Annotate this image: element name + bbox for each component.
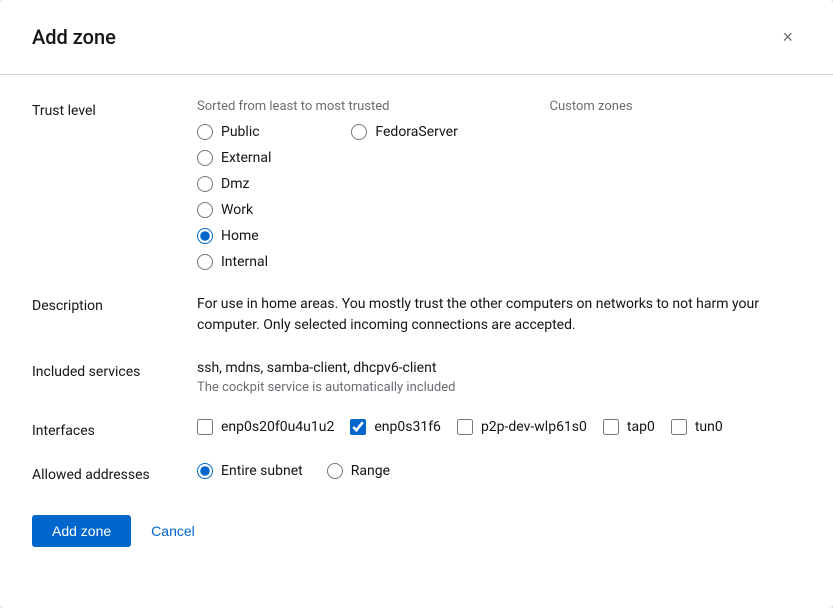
interface-enp0s31f6-checkbox[interactable] xyxy=(350,419,366,435)
sorted-header: Sorted from least to most trusted xyxy=(197,99,390,114)
trust-dmz-label: Dmz xyxy=(221,176,249,192)
allowed-addresses-row: Allowed addresses Entire subnet Range xyxy=(32,463,801,483)
interface-tun0-checkbox[interactable] xyxy=(671,419,687,435)
trust-public-radio[interactable] xyxy=(197,124,213,140)
allowed-entire-subnet-label: Entire subnet xyxy=(221,463,303,479)
allowed-range-label: Range xyxy=(351,463,390,479)
allowed-addresses-label: Allowed addresses xyxy=(32,463,197,483)
trust-internal-radio[interactable] xyxy=(197,254,213,270)
trust-external-radio[interactable] xyxy=(197,150,213,166)
dialog-title: Add zone xyxy=(32,25,116,49)
standard-trust-column: Public External Dmz Work xyxy=(197,124,271,270)
trust-work-radio[interactable] xyxy=(197,202,213,218)
interfaces-label: Interfaces xyxy=(32,419,197,439)
services-note: The cockpit service is automatically inc… xyxy=(197,380,801,395)
trust-home-label: Home xyxy=(221,228,259,244)
trust-home-radio[interactable] xyxy=(197,228,213,244)
trust-fedoraserver-radio[interactable] xyxy=(351,124,367,140)
trust-work-label: Work xyxy=(221,202,253,218)
add-zone-button[interactable]: Add zone xyxy=(32,515,131,547)
custom-header: Custom zones xyxy=(550,99,633,114)
included-services-label: Included services xyxy=(32,360,197,380)
trust-level-headers: Sorted from least to most trusted Custom… xyxy=(197,99,801,114)
trust-fedoraserver[interactable]: FedoraServer xyxy=(351,124,457,140)
trust-public-label: Public xyxy=(221,124,260,140)
description-row: Description For use in home areas. You m… xyxy=(32,294,801,336)
allowed-radios: Entire subnet Range xyxy=(197,463,801,479)
allowed-range[interactable]: Range xyxy=(327,463,390,479)
header-divider xyxy=(0,74,833,75)
interface-enp0s31f6[interactable]: enp0s31f6 xyxy=(350,419,441,435)
interface-tap0-checkbox[interactable] xyxy=(603,419,619,435)
allowed-entire-subnet-radio[interactable] xyxy=(197,463,213,479)
trust-dmz-radio[interactable] xyxy=(197,176,213,192)
allowed-addresses-content: Entire subnet Range xyxy=(197,463,801,479)
interface-p2p-dev-wlp61s0[interactable]: p2p-dev-wlp61s0 xyxy=(457,419,587,435)
trust-level-content: Sorted from least to most trusted Custom… xyxy=(197,99,801,270)
interface-tap0[interactable]: tap0 xyxy=(603,419,655,435)
trust-external[interactable]: External xyxy=(197,150,271,166)
interface-enp0s20f0u4u1u2[interactable]: enp0s20f0u4u1u2 xyxy=(197,419,334,435)
description-text: For use in home areas. You mostly trust … xyxy=(197,294,797,336)
dialog-footer: Add zone Cancel xyxy=(32,515,801,547)
services-list: ssh, mdns, samba-client, dhcpv6-client xyxy=(197,360,801,376)
trust-internal-label: Internal xyxy=(221,254,268,270)
interface-tun0-label: tun0 xyxy=(695,419,723,435)
trust-fedoraserver-label: FedoraServer xyxy=(375,124,457,140)
close-button[interactable]: × xyxy=(774,24,801,50)
interface-tun0[interactable]: tun0 xyxy=(671,419,723,435)
trust-public[interactable]: Public xyxy=(197,124,271,140)
trust-internal[interactable]: Internal xyxy=(197,254,271,270)
trust-dmz[interactable]: Dmz xyxy=(197,176,271,192)
interfaces-row: Interfaces enp0s20f0u4u1u2 enp0s31f6 p2p… xyxy=(32,419,801,439)
cancel-button[interactable]: Cancel xyxy=(147,515,199,547)
interface-p2p-dev-wlp61s0-label: p2p-dev-wlp61s0 xyxy=(481,419,587,435)
interface-enp0s20f0u4u1u2-checkbox[interactable] xyxy=(197,419,213,435)
trust-level-row: Trust level Sorted from least to most tr… xyxy=(32,99,801,270)
trust-home[interactable]: Home xyxy=(197,228,271,244)
interface-tap0-label: tap0 xyxy=(627,419,655,435)
included-services-row: Included services ssh, mdns, samba-clien… xyxy=(32,360,801,395)
interface-enp0s31f6-label: enp0s31f6 xyxy=(374,419,441,435)
custom-trust-column: FedoraServer xyxy=(351,124,457,270)
trust-columns: Public External Dmz Work xyxy=(197,124,801,270)
allowed-entire-subnet[interactable]: Entire subnet xyxy=(197,463,303,479)
description-label: Description xyxy=(32,294,197,314)
interfaces-checkboxes: enp0s20f0u4u1u2 enp0s31f6 p2p-dev-wlp61s… xyxy=(197,419,801,435)
interface-p2p-dev-wlp61s0-checkbox[interactable] xyxy=(457,419,473,435)
allowed-range-radio[interactable] xyxy=(327,463,343,479)
interface-enp0s20f0u4u1u2-label: enp0s20f0u4u1u2 xyxy=(221,419,334,435)
description-content: For use in home areas. You mostly trust … xyxy=(197,294,801,336)
trust-external-label: External xyxy=(221,150,271,166)
included-services-content: ssh, mdns, samba-client, dhcpv6-client T… xyxy=(197,360,801,395)
trust-level-label: Trust level xyxy=(32,99,197,119)
trust-work[interactable]: Work xyxy=(197,202,271,218)
interfaces-content: enp0s20f0u4u1u2 enp0s31f6 p2p-dev-wlp61s… xyxy=(197,419,801,435)
add-zone-dialog: Add zone × Trust level Sorted from least… xyxy=(0,0,833,608)
dialog-header: Add zone × xyxy=(32,24,801,50)
